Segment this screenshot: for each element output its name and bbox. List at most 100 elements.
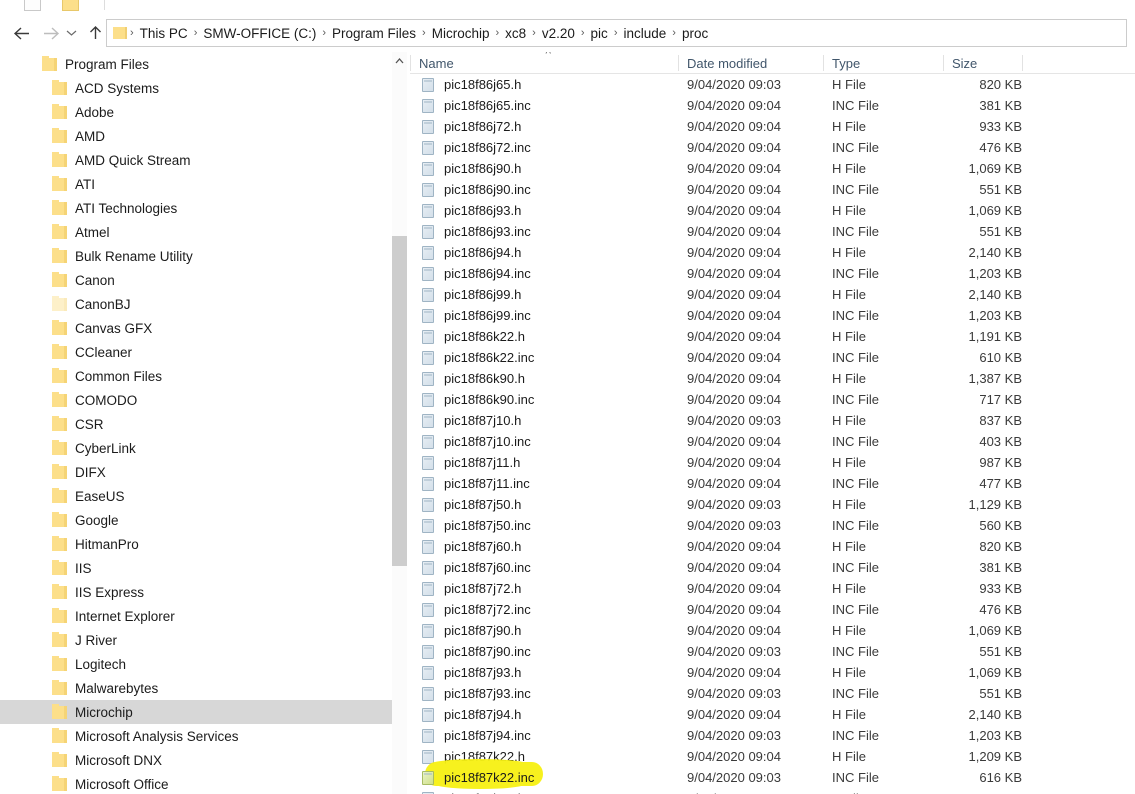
sidebar-item-microchip[interactable]: Microchip — [0, 700, 392, 724]
sidebar-item-amd-quick-stream[interactable]: AMD Quick Stream — [0, 148, 392, 172]
column-header-date-modified[interactable]: Date modified — [678, 52, 823, 74]
sidebar-item-program-files[interactable]: Program Files — [0, 52, 392, 76]
table-row[interactable]: pic18f86j94.h9/04/2020 09:04H File2,140 … — [410, 242, 1135, 263]
scroll-up-arrow-icon[interactable] — [392, 52, 407, 69]
sidebar-item-comodo[interactable]: COMODO — [0, 388, 392, 412]
date-modified-cell: 9/04/2020 09:04 — [687, 473, 781, 494]
ribbon-strip — [0, 0, 1135, 14]
table-row[interactable]: pic18f86j99.inc9/04/2020 09:04INC File1,… — [410, 305, 1135, 326]
sidebar-item-ati-technologies[interactable]: ATI Technologies — [0, 196, 392, 220]
table-row[interactable]: pic18f87j60.inc9/04/2020 09:04INC File38… — [410, 557, 1135, 578]
breadcrumb-this-pc[interactable]: This PC — [135, 24, 193, 43]
table-row[interactable]: pic18f87j11.inc9/04/2020 09:04INC File47… — [410, 473, 1135, 494]
table-row[interactable]: pic18f87j72.h9/04/2020 09:04H File933 KB — [410, 578, 1135, 599]
sidebar-item-ati[interactable]: ATI — [0, 172, 392, 196]
table-row[interactable]: pic18f86j93.inc9/04/2020 09:04INC File55… — [410, 221, 1135, 242]
sidebar-item-bulk-rename-utility[interactable]: Bulk Rename Utility — [0, 244, 392, 268]
table-row[interactable]: pic18f87j90.h9/04/2020 09:04H File1,069 … — [410, 620, 1135, 641]
sidebar-item-iis[interactable]: IIS — [0, 556, 392, 580]
table-row[interactable]: pic18f86k90.h9/04/2020 09:04H File1,387 … — [410, 368, 1135, 389]
sidebar-item-amd[interactable]: AMD — [0, 124, 392, 148]
table-row[interactable]: pic18f87j94.h9/04/2020 09:04H File2,140 … — [410, 704, 1135, 725]
address-bar[interactable]: › This PC › SMW-OFFICE (C:) › Program Fi… — [106, 19, 1127, 47]
table-row[interactable]: pic18f86j90.h9/04/2020 09:04H File1,069 … — [410, 158, 1135, 179]
sidebar-item-logitech[interactable]: Logitech — [0, 652, 392, 676]
sidebar-item-canon[interactable]: Canon — [0, 268, 392, 292]
sidebar-item-acd-systems[interactable]: ACD Systems — [0, 76, 392, 100]
sidebar-item-common-files[interactable]: Common Files — [0, 364, 392, 388]
breadcrumb-smw-office-c[interactable]: SMW-OFFICE (C:) — [198, 24, 321, 43]
new-folder-icon[interactable] — [24, 0, 41, 11]
table-row[interactable]: pic18f87j93.inc9/04/2020 09:03INC File55… — [410, 683, 1135, 704]
table-row[interactable]: pic18f87j10.h9/04/2020 09:03H File837 KB — [410, 410, 1135, 431]
table-row[interactable]: pic18f86j99.h9/04/2020 09:04H File2,140 … — [410, 284, 1135, 305]
file-type-cell: INC File — [832, 767, 879, 788]
table-row[interactable]: pic18f86k90.inc9/04/2020 09:04INC File71… — [410, 389, 1135, 410]
up-button[interactable] — [82, 20, 108, 46]
table-row[interactable]: pic18f87k90.h9/04/2020 09:04H File1,424 … — [410, 788, 1135, 794]
table-row[interactable]: pic18f86j93.h9/04/2020 09:04H File1,069 … — [410, 200, 1135, 221]
sidebar-item-google[interactable]: Google — [0, 508, 392, 532]
sidebar-item-canonbj[interactable]: CanonBJ — [0, 292, 392, 316]
column-header-type[interactable]: Type — [823, 52, 943, 74]
sidebar-item-iis-express[interactable]: IIS Express — [0, 580, 392, 604]
table-row[interactable]: pic18f87j11.h9/04/2020 09:04H File987 KB — [410, 452, 1135, 473]
table-row[interactable]: pic18f87j50.inc9/04/2020 09:03INC File56… — [410, 515, 1135, 536]
sidebar-item-adobe[interactable]: Adobe — [0, 100, 392, 124]
column-header-size[interactable]: Size — [943, 52, 1022, 74]
table-row[interactable]: pic18f86j65.h9/04/2020 09:03H File820 KB — [410, 74, 1135, 95]
table-row[interactable]: pic18f87j60.h9/04/2020 09:04H File820 KB — [410, 536, 1135, 557]
table-row[interactable]: pic18f86j65.inc9/04/2020 09:04INC File38… — [410, 95, 1135, 116]
sidebar-item-easeus[interactable]: EaseUS — [0, 484, 392, 508]
back-button[interactable] — [8, 20, 34, 46]
table-row[interactable]: pic18f86j72.inc9/04/2020 09:04INC File47… — [410, 137, 1135, 158]
breadcrumb-program-files[interactable]: Program Files — [327, 24, 421, 43]
breadcrumb-proc[interactable]: proc — [677, 24, 713, 43]
folder-icon — [52, 634, 67, 647]
table-row[interactable]: pic18f87j50.h9/04/2020 09:03H File1,129 … — [410, 494, 1135, 515]
inc-file-icon — [422, 267, 434, 281]
sidebar-item-atmel[interactable]: Atmel — [0, 220, 392, 244]
table-row[interactable]: pic18f87j72.inc9/04/2020 09:04INC File47… — [410, 599, 1135, 620]
recent-locations-button[interactable] — [62, 20, 80, 46]
table-row[interactable]: pic18f87k22.h9/04/2020 09:04H File1,209 … — [410, 746, 1135, 767]
sidebar-item-microsoft-analysis-services[interactable]: Microsoft Analysis Services — [0, 724, 392, 748]
scrollbar-thumb[interactable] — [392, 236, 407, 566]
sidebar-item-ccleaner[interactable]: CCleaner — [0, 340, 392, 364]
file-name-cell: pic18f86j90.inc — [444, 179, 531, 200]
breadcrumb-pic[interactable]: pic — [586, 24, 613, 43]
sidebar-item-microsoft-dnx[interactable]: Microsoft DNX — [0, 748, 392, 772]
table-row[interactable]: pic18f87j90.inc9/04/2020 09:03INC File55… — [410, 641, 1135, 662]
file-size-cell: 476 KB — [907, 599, 1022, 620]
breadcrumb-v220[interactable]: v2.20 — [537, 24, 580, 43]
table-row[interactable]: pic18f87j94.inc9/04/2020 09:03INC File1,… — [410, 725, 1135, 746]
sidebar-item-canvas-gfx[interactable]: Canvas GFX — [0, 316, 392, 340]
sidebar-item-cyberlink[interactable]: CyberLink — [0, 436, 392, 460]
table-row[interactable]: pic18f86k22.inc9/04/2020 09:04INC File61… — [410, 347, 1135, 368]
breadcrumb-include[interactable]: include — [618, 24, 671, 43]
sidebar-item-difx[interactable]: DIFX — [0, 460, 392, 484]
date-modified-cell: 9/04/2020 09:04 — [687, 200, 781, 221]
table-row[interactable]: pic18f87j10.inc9/04/2020 09:04INC File40… — [410, 431, 1135, 452]
table-row[interactable]: pic18f86k22.h9/04/2020 09:04H File1,191 … — [410, 326, 1135, 347]
table-row[interactable]: pic18f86j94.inc9/04/2020 09:04INC File1,… — [410, 263, 1135, 284]
column-header-name[interactable]: Name — [410, 52, 678, 74]
inc-file-icon — [422, 477, 434, 491]
navigation-pane-scrollbar[interactable] — [392, 52, 407, 794]
sidebar-item-hitmanpro[interactable]: HitmanPro — [0, 532, 392, 556]
forward-button[interactable] — [38, 20, 64, 46]
folder-icon[interactable] — [62, 0, 79, 11]
column-divider[interactable] — [1022, 55, 1023, 71]
table-row[interactable]: pic18f86j90.inc9/04/2020 09:04INC File55… — [410, 179, 1135, 200]
table-row[interactable]: pic18f87k22.inc9/04/2020 09:03INC File61… — [410, 767, 1135, 788]
table-row[interactable]: pic18f87j93.h9/04/2020 09:04H File1,069 … — [410, 662, 1135, 683]
table-row[interactable]: pic18f86j72.h9/04/2020 09:04H File933 KB — [410, 116, 1135, 137]
sidebar-item-j-river[interactable]: J River — [0, 628, 392, 652]
breadcrumb-microchip[interactable]: Microchip — [427, 24, 495, 43]
sidebar-item-csr[interactable]: CSR — [0, 412, 392, 436]
breadcrumb-xc8[interactable]: xc8 — [500, 24, 531, 43]
sidebar-item-malwarebytes[interactable]: Malwarebytes — [0, 676, 392, 700]
file-name-cell: pic18f87j50.h — [444, 494, 521, 515]
sidebar-item-microsoft-office[interactable]: Microsoft Office — [0, 772, 392, 794]
sidebar-item-internet-explorer[interactable]: Internet Explorer — [0, 604, 392, 628]
